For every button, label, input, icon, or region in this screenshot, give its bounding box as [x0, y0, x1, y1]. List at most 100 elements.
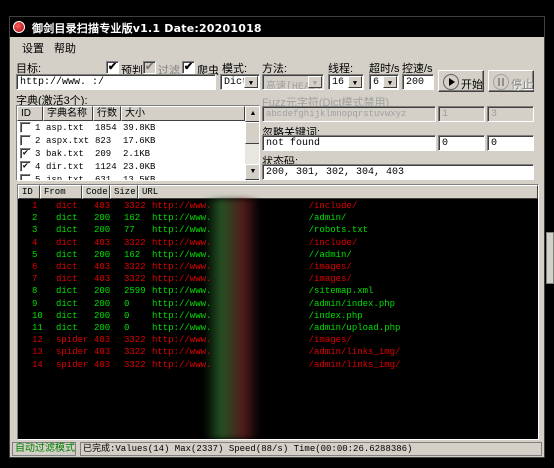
- result-row[interactable]: 3 dict 200 77 http://www. /robots.txt: [18, 225, 538, 237]
- menu-help[interactable]: 帮助: [54, 40, 76, 56]
- result-code: 403: [94, 237, 111, 248]
- stop-button[interactable]: 停止: [488, 70, 534, 92]
- result-code: 200: [94, 286, 111, 297]
- result-row[interactable]: 7 dict 403 3322 http://www. /images/: [18, 274, 538, 286]
- dict-row-id: 2: [35, 136, 41, 146]
- status-bar: 自动过滤模式 已完成:Values(14) Max(2337) Speed(88…: [10, 441, 544, 457]
- status-mode: 自动过滤模式: [12, 442, 76, 456]
- result-id: 11: [32, 323, 43, 333]
- result-code: 200: [94, 213, 111, 224]
- result-from: dict: [56, 213, 78, 224]
- ignore-keyword-input[interactable]: not found: [262, 135, 436, 151]
- dict-row-lines: 631: [95, 175, 112, 181]
- dict-row-checkbox[interactable]: [20, 135, 31, 146]
- result-from: dict: [56, 249, 78, 260]
- result-id: 7: [32, 274, 38, 285]
- dict-row-name: aspx.txt: [46, 136, 90, 146]
- col-url[interactable]: URL: [138, 185, 538, 199]
- status-codes-input[interactable]: 200, 301, 302, 304, 403: [262, 164, 534, 180]
- scroll-down-icon[interactable]: ▼: [245, 164, 259, 180]
- dict-row-id: 4: [35, 162, 41, 172]
- col-lines[interactable]: 行数: [93, 106, 121, 121]
- result-from: dict: [56, 286, 78, 297]
- result-url: http://www. /admin/upload.php: [152, 323, 401, 333]
- col-code[interactable]: Code: [82, 185, 110, 199]
- pause-icon: [493, 74, 509, 90]
- scroll-up-icon[interactable]: ▲: [245, 106, 259, 122]
- result-row[interactable]: 11 dict 200 0 http://www. /admin/upload.php: [18, 323, 538, 335]
- timeout-select[interactable]: 6 ▼: [369, 74, 399, 90]
- scroll-thumb[interactable]: [245, 122, 259, 144]
- dict-row-checkbox[interactable]: ✔: [20, 161, 31, 172]
- dict-row-checkbox[interactable]: [20, 122, 31, 133]
- result-size: 2599: [124, 286, 146, 297]
- result-from: dict: [56, 201, 78, 211]
- dict-row[interactable]: 1 asp.txt 1854 39.8KB: [17, 122, 245, 135]
- redaction-overlay: [204, 199, 260, 439]
- threads-select[interactable]: 16 ▼: [328, 74, 364, 90]
- col-id[interactable]: ID: [18, 185, 40, 199]
- dict-list[interactable]: ID 字典名称 行数 大小 1 asp.txt 1854 39.8KB 2 aspx.tx…: [16, 105, 260, 181]
- threads-value: 16: [332, 77, 345, 88]
- dict-row-checkbox[interactable]: [20, 174, 31, 180]
- result-from: dict: [56, 298, 78, 309]
- dict-row-lines: 1124: [95, 162, 117, 172]
- title-bar[interactable]: 御剑目录扫描专业版v1.1 Date:20201018: [10, 17, 544, 37]
- result-id: 1: [32, 201, 38, 211]
- ignore-n2-input[interactable]: 0: [487, 135, 534, 151]
- result-url: http://www. /admin/links_img/: [152, 347, 401, 358]
- result-row[interactable]: 2 dict 200 162 http://www. /admin/: [18, 213, 538, 225]
- results-table[interactable]: ID From Code Size URL 1 dict 403 3322 http:/…: [17, 184, 539, 440]
- result-row[interactable]: 5 dict 200 162 http://www. //admin/: [18, 250, 538, 262]
- speed-input[interactable]: 200: [402, 74, 434, 90]
- result-size: 3322: [124, 347, 146, 358]
- dict-row[interactable]: ✔ 4 dir.txt 1124 23.0KB: [17, 161, 245, 174]
- status-text: 已完成:Values(14) Max(2337) Speed(88/s) Tim…: [80, 442, 542, 456]
- dict-row-size: 17.6KB: [123, 136, 156, 146]
- result-from: dict: [56, 225, 78, 236]
- method-select[interactable]: 高速[HEAD] ▼: [262, 74, 324, 90]
- result-row[interactable]: 14 spider 403 3322 http://www. /admin/links_…: [18, 360, 538, 372]
- result-id: 8: [32, 286, 38, 297]
- col-from[interactable]: From: [40, 185, 82, 199]
- result-size: 0: [124, 323, 130, 333]
- target-url-input[interactable]: http://www. :/: [16, 74, 216, 90]
- result-from: spider: [56, 335, 89, 346]
- col-size[interactable]: 大小: [121, 106, 245, 121]
- dict-row-lines: 209: [95, 149, 112, 159]
- start-button[interactable]: 开始: [438, 70, 484, 92]
- result-row[interactable]: 12 spider 403 3322 http://www. /images/: [18, 335, 538, 347]
- mode-select[interactable]: Dict ▼: [220, 74, 260, 90]
- dict-row[interactable]: 2 aspx.txt 823 17.6KB: [17, 135, 245, 148]
- result-row[interactable]: 10 dict 200 0 http://www. /index.php: [18, 311, 538, 323]
- result-code: 403: [94, 347, 111, 358]
- result-code: 403: [94, 359, 111, 370]
- col-name[interactable]: 字典名称: [43, 106, 93, 121]
- ignore-n1-input[interactable]: 0: [438, 135, 485, 151]
- dict-row[interactable]: 5 jsp.txt 631 13.5KB: [17, 174, 245, 181]
- menu-settings[interactable]: 设置: [22, 40, 44, 56]
- fuzz-max-input[interactable]: 3: [487, 106, 534, 122]
- result-row[interactable]: 1 dict 403 3322 http://www. /include/: [18, 201, 538, 213]
- crawler-checkbox[interactable]: ✔: [182, 61, 195, 74]
- result-row[interactable]: 13 spider 403 3322 http://www. /admin/links_…: [18, 347, 538, 359]
- dict-row[interactable]: ✔ 3 bak.txt 209 2.1KB: [17, 148, 245, 161]
- start-button-label: 开始: [461, 79, 483, 91]
- background-scrollbar: [546, 232, 554, 284]
- fuzz-charset-input[interactable]: abcdefghijklmnopqrstuvwxyz: [262, 106, 436, 122]
- result-row[interactable]: 9 dict 200 0 http://www. /admin/index.php: [18, 299, 538, 311]
- fuzz-min-input[interactable]: 1: [438, 106, 485, 122]
- dict-row-checkbox[interactable]: ✔: [20, 148, 31, 159]
- result-size: 3322: [124, 237, 146, 248]
- col-size[interactable]: Size: [110, 185, 138, 199]
- result-row[interactable]: 6 dict 403 3322 http://www. /images/: [18, 262, 538, 274]
- result-row[interactable]: 8 dict 200 2599 http://www. /sitemap.xml: [18, 286, 538, 298]
- dict-row-size: 2.1KB: [123, 149, 151, 159]
- preload-checkbox[interactable]: ✔: [106, 61, 119, 74]
- col-id[interactable]: ID: [17, 106, 43, 121]
- result-code: 200: [94, 249, 111, 260]
- filter-checkbox[interactable]: ✔: [143, 61, 156, 74]
- result-row[interactable]: 4 dict 403 3322 http://www. /include/: [18, 238, 538, 250]
- dict-scrollbar[interactable]: ▲ ▼: [245, 106, 259, 180]
- result-from: dict: [56, 262, 78, 272]
